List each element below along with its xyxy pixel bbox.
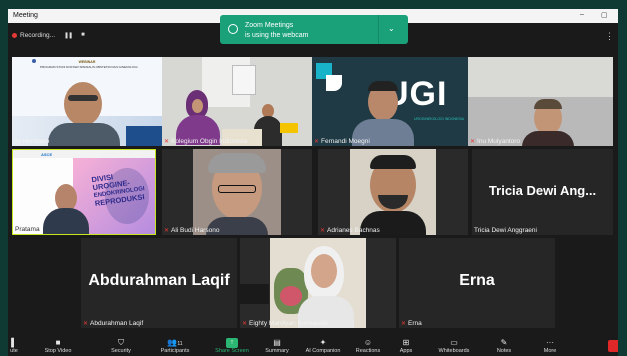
video-icon: ■ (55, 338, 61, 347)
stop-recording-button[interactable]: ■ (81, 32, 85, 38)
more-icon: ··· (546, 338, 554, 347)
zoom-window: Meeting – ▢ Recording... ❚❚ ■ ⋮ Zoom Mee… (8, 9, 618, 356)
participant-name: ✕ Fernandi Moegni (314, 138, 370, 145)
recording-dot-icon (12, 32, 17, 38)
apps-button[interactable]: ⊞ Apps (394, 338, 418, 354)
participant-name: ✕ Ali Budi Harsono (164, 227, 220, 234)
video-tile[interactable]: ✕ Adrianes Bachnas (318, 149, 468, 235)
video-tile[interactable]: ✕ Kolegium Obgin Indonesia (162, 57, 312, 146)
webcam-icon (228, 24, 238, 34)
chevron-down-icon[interactable]: ⌄ (388, 24, 395, 33)
video-tile[interactable]: UGI UROGINEKOLOGI INDONESIA ✕ Fernandi Mo… (312, 57, 468, 146)
minimize-button[interactable]: – (580, 11, 584, 18)
share-icon: ↑ (226, 338, 238, 348)
reactions-button[interactable]: ☺ Reactions (350, 338, 386, 354)
recording-label: Recording... (20, 31, 56, 39)
video-tile[interactable]: Tricia Dewi Ang... Tricia Dewi Anggraeni (472, 149, 613, 235)
participant-name: ✕ Inu Mulyantoro (470, 138, 521, 145)
participant-name: Pratama (15, 226, 40, 233)
participant-name-large: Abdurahman Laqif (88, 272, 230, 290)
pause-recording-button[interactable]: ❚❚ (64, 32, 73, 39)
window-title: Meeting (13, 12, 38, 19)
toast-message: is using the webcam (245, 32, 309, 39)
muted-mic-icon: ✕ (320, 228, 326, 234)
notes-button[interactable]: ✎ Notes (492, 338, 516, 354)
participant-name: ✕ Abdurahman Laqif (83, 320, 144, 327)
ai-companion-button[interactable]: ✦ AI Companion (300, 338, 346, 354)
video-tile[interactable]: ✕ Eighty Mardiyan Kurniawati (240, 238, 396, 328)
reaction-icon: ☺ (363, 338, 373, 347)
summary-button[interactable]: ▤ Summary (260, 338, 294, 354)
video-tile[interactable]: ✕ Ali Budi Harsono (162, 149, 312, 235)
notes-icon: ✎ (500, 338, 508, 347)
participant-name: ✕ Erna (401, 320, 422, 327)
toast-title: Zoom Meetings (245, 22, 294, 29)
participant-name: ✕ Adrianes Bachnas (320, 227, 380, 234)
whiteboard-icon: ▭ (450, 338, 458, 347)
muted-mic-icon: ✕ (314, 139, 320, 145)
slide-heading: WEBINAR (78, 60, 96, 64)
summary-icon: ▤ (273, 338, 281, 347)
slide-subtitle: PROGRAM STUDI DOKTER SPESIALIS OBSTETRI … (40, 65, 138, 69)
video-tile-active-speaker[interactable]: ASCE DIVISI UROGINE- ENDOKRINOLOGI REPRO… (12, 149, 156, 235)
video-tile[interactable]: WEBINAR PROGRAM STUDI DOKTER SPESIALIS O… (12, 57, 162, 146)
muted-mic-icon: ✕ (401, 321, 407, 327)
meeting-toolbar: ▌ ute ■ Stop Video ⛉ Security 👥11 Participan… (8, 336, 618, 356)
people-icon: 👥11 (167, 338, 183, 347)
mic-icon: ▌ (11, 338, 17, 347)
recording-indicator: Recording... ❚❚ ■ (12, 28, 85, 42)
participant-name: ✕ Eighty Mardiyan Kurniawati (242, 320, 328, 327)
security-button[interactable]: ⛉ Security (104, 338, 138, 354)
participant-name: ✕ Kolegium Obgin Indonesia (164, 138, 248, 145)
muted-mic-icon: ✕ (83, 321, 89, 327)
stop-video-button[interactable]: ■ Stop Video (38, 338, 78, 354)
video-tile[interactable]: Abdurahman Laqif ✕ Abdurahman Laqif (81, 238, 237, 328)
whiteboards-button[interactable]: ▭ Whiteboards (432, 338, 476, 354)
participant-name: dy Hendarto (14, 138, 50, 145)
slide-logo-icon: ASCE (41, 152, 53, 157)
apps-icon: ⊞ (402, 338, 410, 347)
sparkle-icon: ✦ (319, 338, 327, 347)
end-meeting-button[interactable] (608, 340, 618, 352)
shield-icon: ⛉ (118, 338, 124, 347)
muted-mic-icon: ✕ (164, 228, 170, 234)
brand-tag: UROGINEKOLOGI INDONESIA (414, 117, 464, 121)
more-options-icon[interactable]: ⋮ (605, 31, 614, 42)
participant-name-large: Erna (459, 272, 495, 290)
muted-mic-icon: ✕ (164, 139, 170, 145)
mute-button[interactable]: ▌ ute (8, 338, 24, 354)
webcam-toast: Zoom Meetings is using the webcam ⌄ (220, 15, 408, 44)
share-screen-button[interactable]: ↑ Share Screen (212, 338, 252, 354)
video-tile[interactable]: Erna ✕ Erna (399, 238, 555, 328)
video-tile[interactable]: ✕ Inu Mulyantoro (468, 57, 613, 146)
muted-mic-icon: ✕ (470, 139, 476, 145)
participants-button[interactable]: 👥11 Participants (154, 338, 196, 354)
participant-name-large: Tricia Dewi Ang... (488, 183, 597, 198)
participant-name: Tricia Dewi Anggraeni (474, 227, 537, 234)
muted-mic-icon: ✕ (242, 321, 248, 327)
restore-button[interactable]: ▢ (601, 11, 608, 19)
more-button[interactable]: ··· More (538, 338, 562, 354)
